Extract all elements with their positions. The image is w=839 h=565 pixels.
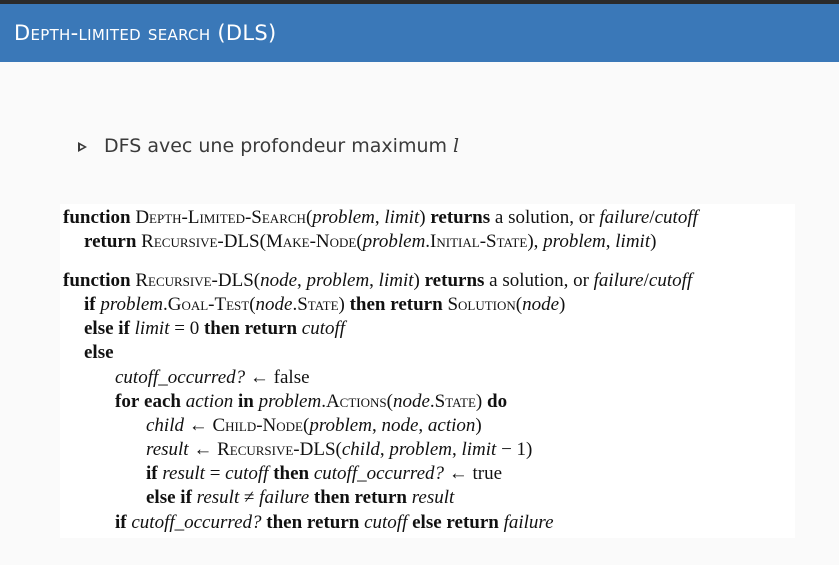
algorithm-line: result ← Recursive-DLS(child, problem, l… <box>146 439 533 460</box>
slide-title: Depth-limited search (DLS) <box>14 21 277 45</box>
bullet-text: DFS avec une profondeur maximum <box>104 135 448 157</box>
triangle-bullet-icon <box>78 142 87 152</box>
algorithm-line: if result = cutoff then cutoff_occurred?… <box>146 463 503 484</box>
algorithm-line: function Depth-Limited-Search(problem, l… <box>63 207 698 228</box>
algorithm-line: else if result ≠ failure then return res… <box>146 487 455 508</box>
algorithm-line: if problem.Goal-Test(node.State) then re… <box>84 294 566 315</box>
bullet-variable: l <box>453 135 460 157</box>
algorithm-line: if cutoff_occurred? then return cutoff e… <box>115 512 554 533</box>
algorithm-line: else <box>84 342 114 363</box>
algorithm-line: cutoff_occurred? ← false <box>115 367 310 388</box>
slide-title-bar: Depth-limited search (DLS) <box>0 4 839 62</box>
algorithm-line: for each action in problem.Actions(node.… <box>115 391 508 412</box>
algorithm-figure: function Depth-Limited-Search(problem, l… <box>60 204 795 538</box>
algorithm-line: function Recursive-DLS(node, problem, li… <box>63 270 693 291</box>
algorithm-line: child ← Child-Node(problem, node, action… <box>146 415 482 436</box>
algorithm-line: else if limit = 0 then return cutoff <box>84 318 346 339</box>
bullet-item: DFS avec une profondeur maximum l <box>78 132 459 160</box>
algorithm-line: return Recursive-DLS(Make-Node(problem.I… <box>84 231 657 252</box>
